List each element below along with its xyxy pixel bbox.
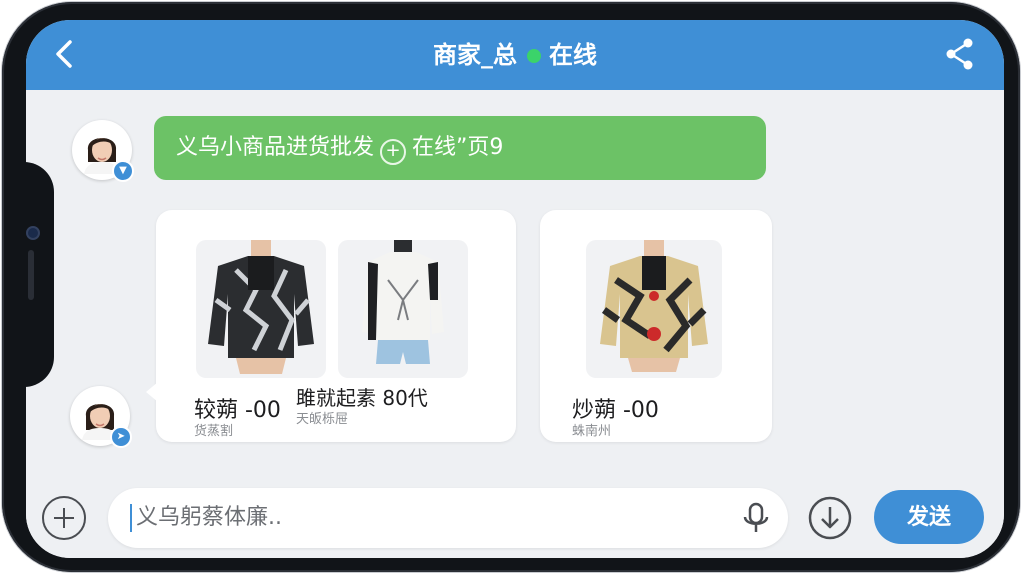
product-price: 雎就起素 80代 <box>296 386 428 410</box>
gold-jacket-image <box>600 240 708 372</box>
product-image[interactable] <box>338 240 468 378</box>
top-bar: 商家_总 在线 <box>26 20 1004 90</box>
product-subtitle: 天皈栎屉 <box>296 412 349 427</box>
online-status-text: 在线 <box>549 41 597 69</box>
chat-screen: 商家_总 在线 ▼ 义乌小商品进货批发 + 在线”页9 ➤ 较蒴 -00 货蒸割… <box>26 20 1004 558</box>
add-attachment-button[interactable] <box>42 496 86 540</box>
bubble-tail <box>146 382 158 402</box>
black-jacket-image <box>208 240 314 374</box>
chat-title: 商家_总 在线 <box>26 38 1004 72</box>
message-input-text: 义乌躬蔡体廉.. <box>136 505 282 530</box>
message-text-part1: 义乌小商品进货批发 <box>176 135 375 160</box>
verified-badge-icon: ▼ <box>112 160 134 182</box>
merchant-avatar[interactable]: ▼ <box>72 120 134 182</box>
verified-badge-icon: ➤ <box>110 426 132 448</box>
product-card[interactable]: 较蒴 -00 货蒸割 雎就起素 80代 天皈栎屉 <box>146 210 516 442</box>
microphone-icon[interactable] <box>738 500 774 536</box>
camera-dot <box>26 226 40 240</box>
text-caret <box>130 504 132 532</box>
merchant-name: 商家_总 <box>433 41 517 69</box>
product-card[interactable]: 炒蒴 -00 蛛南州 <box>540 210 772 442</box>
merchant-avatar[interactable]: ➤ <box>70 386 132 448</box>
product-subtitle: 货蒸割 <box>194 424 234 439</box>
speaker-slot <box>28 250 34 300</box>
message-text-part2: 在线”页9 <box>412 135 504 160</box>
white-top-image <box>362 240 444 364</box>
share-icon[interactable] <box>942 36 978 72</box>
download-circle-icon[interactable] <box>808 496 852 540</box>
online-status-dot <box>527 49 541 63</box>
input-bar: 义乌躬蔡体廉.. 发送 <box>26 474 1004 558</box>
product-image[interactable] <box>586 240 722 378</box>
plus-circle-icon: + <box>380 139 407 165</box>
text-message-bubble[interactable]: 义乌小商品进货批发 + 在线”页9 <box>154 116 766 180</box>
send-button[interactable]: 发送 <box>874 490 984 544</box>
product-image[interactable] <box>196 240 326 378</box>
message-input[interactable]: 义乌躬蔡体廉.. <box>108 488 788 548</box>
message-list[interactable]: ▼ 义乌小商品进货批发 + 在线”页9 ➤ 较蒴 -00 货蒸割 雎就起素 80… <box>26 90 1004 474</box>
product-subtitle: 蛛南州 <box>572 424 612 439</box>
phone-frame: 商家_总 在线 ▼ 义乌小商品进货批发 + 在线”页9 ➤ 较蒴 -00 货蒸割… <box>2 2 1020 572</box>
